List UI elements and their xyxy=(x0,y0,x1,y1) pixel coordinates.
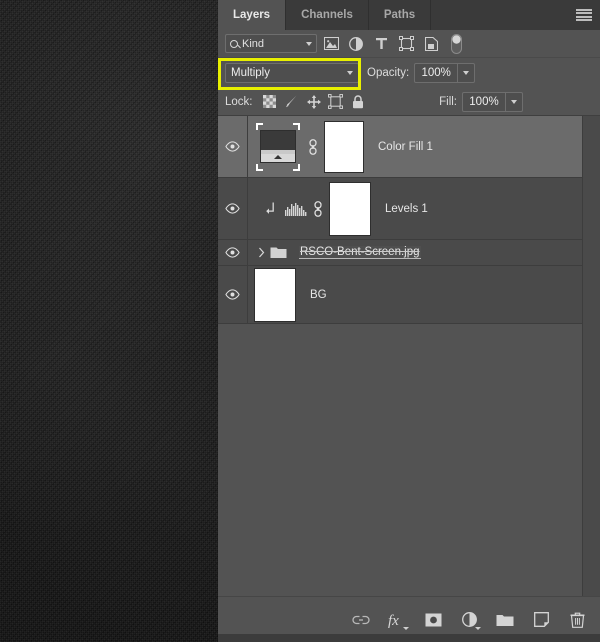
chevron-down-icon xyxy=(347,71,353,75)
layer-filter-row: Kind xyxy=(218,30,600,58)
photoshop-layers-panel-screenshot: Layers Channels Paths Kind Multiply Opac… xyxy=(0,0,600,642)
lock-label: Lock: xyxy=(225,95,253,108)
layer-thumbnail-wrapper[interactable] xyxy=(254,121,302,173)
link-layers-icon[interactable] xyxy=(307,138,319,155)
smart-object-filter-icon[interactable] xyxy=(420,33,442,55)
eye-icon xyxy=(225,203,240,214)
panel-bottom-strip xyxy=(218,634,600,642)
layers-panel: Layers Channels Paths Kind Multiply Opac… xyxy=(218,0,600,642)
fill-label: Fill: xyxy=(439,95,457,108)
white-mask-thumbnail[interactable] xyxy=(329,181,371,236)
folder-icon xyxy=(270,247,287,258)
lock-artboard-nesting-icon[interactable] xyxy=(325,92,347,112)
document-canvas[interactable] xyxy=(0,0,218,642)
chevron-down-icon xyxy=(475,626,481,630)
opacity-field[interactable]: 100% xyxy=(414,63,476,83)
filter-kind-label: Kind xyxy=(242,37,265,50)
opacity-label: Opacity: xyxy=(367,67,410,79)
tab-paths-label: Paths xyxy=(383,9,416,21)
type-layer-filter-icon[interactable] xyxy=(370,33,392,55)
layer-row-body: RSCO-Bent-Screen.jpg xyxy=(248,246,600,259)
fill-field[interactable]: 100% xyxy=(462,91,523,112)
blend-mode-row: Multiply Opacity: 100% xyxy=(218,58,600,90)
layer-row-color-fill-1[interactable]: Color Fill 1 xyxy=(218,116,600,178)
lock-all-icon[interactable] xyxy=(347,92,369,112)
eye-icon xyxy=(225,141,240,152)
adjustment-layer-filter-icon[interactable] xyxy=(345,33,367,55)
chevron-right-icon[interactable] xyxy=(258,247,265,258)
layer-row-body: BG xyxy=(248,267,600,322)
svg-text:fx: fx xyxy=(388,613,399,628)
search-icon xyxy=(230,39,238,48)
lock-image-pixels-icon[interactable] xyxy=(281,92,303,112)
layer-visibility-toggle[interactable] xyxy=(218,240,248,265)
layer-row-levels-1[interactable]: Levels 1 xyxy=(218,178,600,240)
hamburger-menu-icon[interactable] xyxy=(576,9,592,21)
opacity-value: 100% xyxy=(421,67,451,79)
new-adjustment-layer-icon[interactable] xyxy=(456,607,482,633)
delete-layer-icon[interactable] xyxy=(564,607,590,633)
opacity-control: Opacity: 100% xyxy=(367,63,476,83)
lock-transparent-pixels-icon[interactable] xyxy=(259,92,281,112)
new-group-icon[interactable] xyxy=(492,607,518,633)
fill-value: 100% xyxy=(469,95,499,108)
lock-row: Lock: Fill: 100% xyxy=(218,88,600,116)
layer-name[interactable]: Levels 1 xyxy=(385,203,428,215)
link-layers-icon[interactable] xyxy=(312,200,324,217)
white-mask-thumbnail[interactable] xyxy=(324,120,364,173)
fill-chevron-down-icon[interactable] xyxy=(505,92,522,111)
layer-list: Color Fill 1 Levels 1 RSCO-Bent-Screen.j… xyxy=(218,116,600,610)
tab-paths[interactable]: Paths xyxy=(368,0,432,30)
blend-mode-value: Multiply xyxy=(231,67,270,79)
levels-histogram-thumbnail[interactable] xyxy=(285,202,307,216)
eye-icon xyxy=(225,247,240,258)
layer-row-bg[interactable]: BG xyxy=(218,266,600,324)
filter-kind-select[interactable]: Kind xyxy=(225,34,317,53)
chevron-down-icon xyxy=(403,626,409,630)
blend-mode-select[interactable]: Multiply xyxy=(225,63,359,83)
white-thumbnail[interactable] xyxy=(254,267,296,322)
chevron-down-icon xyxy=(306,41,312,46)
layer-visibility-toggle[interactable] xyxy=(218,116,248,177)
tab-layers[interactable]: Layers xyxy=(218,0,287,30)
pixel-layer-filter-icon[interactable] xyxy=(320,33,342,55)
opacity-chevron-down-icon[interactable] xyxy=(457,64,474,82)
add-layer-mask-icon[interactable] xyxy=(420,607,446,633)
layer-style-fx-icon[interactable]: fx xyxy=(384,607,410,633)
layer-name[interactable]: Color Fill 1 xyxy=(378,141,433,153)
eye-icon xyxy=(225,289,240,300)
layer-visibility-toggle[interactable] xyxy=(218,266,248,323)
fill-control: Fill: 100% xyxy=(439,91,523,112)
layer-visibility-toggle[interactable] xyxy=(218,178,248,239)
link-layers-icon[interactable] xyxy=(348,607,374,633)
layer-row-body: Color Fill 1 xyxy=(248,120,600,173)
layer-list-scrollbar[interactable] xyxy=(582,116,600,596)
layer-name[interactable]: BG xyxy=(310,289,327,301)
screen-photo-thumbnail[interactable] xyxy=(260,130,296,163)
tab-channels-label: Channels xyxy=(301,9,353,21)
panel-tab-bar: Layers Channels Paths xyxy=(218,0,600,30)
shape-layer-filter-icon[interactable] xyxy=(395,33,417,55)
new-layer-icon[interactable] xyxy=(528,607,554,633)
tab-layers-label: Layers xyxy=(233,9,271,21)
group-name-edit-field[interactable]: RSCO-Bent-Screen.jpg xyxy=(299,246,421,259)
canvas-texture xyxy=(0,0,218,642)
filter-toggle-switch[interactable] xyxy=(445,33,467,55)
clipping-mask-icon xyxy=(266,202,274,214)
layer-row-body: Levels 1 xyxy=(248,181,600,236)
layer-list-empty-area[interactable] xyxy=(218,324,600,610)
tab-channels[interactable]: Channels xyxy=(286,0,369,30)
lock-position-icon[interactable] xyxy=(303,92,325,112)
layer-row-group[interactable]: RSCO-Bent-Screen.jpg xyxy=(218,240,600,266)
